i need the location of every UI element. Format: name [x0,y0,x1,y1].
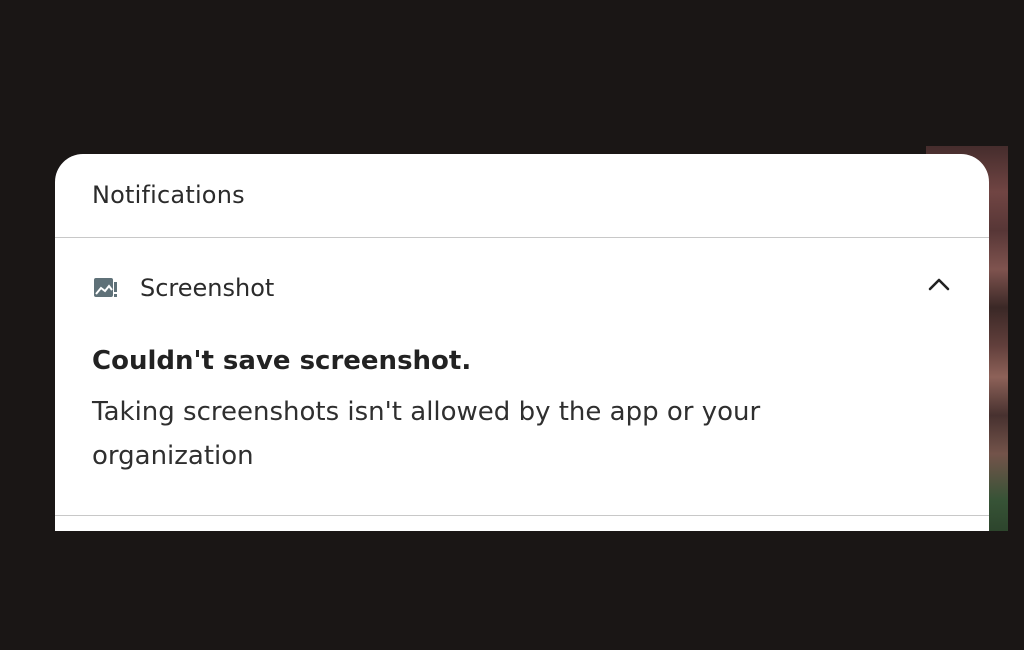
notification-shade: Notifications Screenshot Couldn't save s… [55,154,989,531]
notification-title: Couldn't save screenshot. [92,346,472,376]
chevron-up-icon [927,276,951,296]
notification-body: Taking screenshots isn't allowed by the … [92,397,761,471]
screenshot-error-icon [93,276,119,300]
shade-title: Notifications [92,181,245,209]
collapse-button[interactable] [921,268,957,304]
screen: Notifications Screenshot Couldn't save s… [0,0,1024,650]
notification-card[interactable]: Screenshot Couldn't save screenshot. Tak… [55,238,989,516]
notification-app-name: Screenshot [140,274,275,302]
shade-header: Notifications [55,154,989,238]
